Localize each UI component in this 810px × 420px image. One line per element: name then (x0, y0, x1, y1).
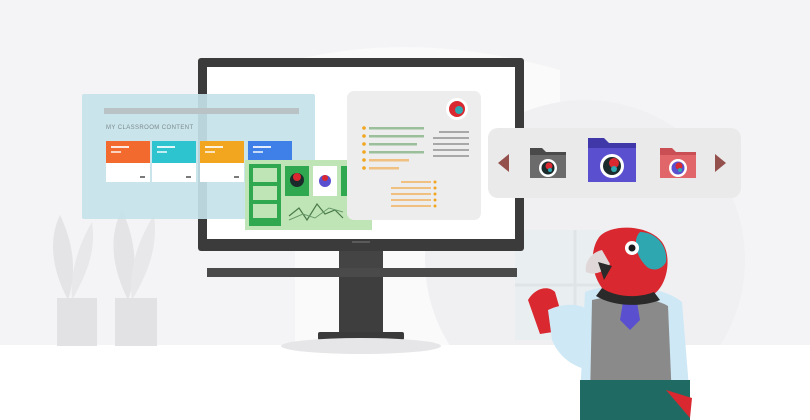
card-text-placeholder (253, 146, 271, 148)
panel-header-bar (104, 108, 299, 114)
document-graphic (362, 98, 469, 208)
card-text-placeholder (253, 151, 263, 153)
folder-icon[interactable] (586, 134, 640, 186)
content-card[interactable] (106, 141, 150, 182)
card-text-placeholder (157, 151, 167, 153)
content-card[interactable] (200, 141, 244, 182)
content-card[interactable] (152, 141, 196, 182)
card-text-placeholder (205, 151, 215, 153)
monitor-shelf (207, 268, 517, 277)
panel-title: MY CLASSROOM CONTENT (106, 125, 194, 131)
card-footer-mark (140, 176, 145, 178)
chevron-left-icon[interactable] (498, 154, 509, 172)
monitor-stand (339, 277, 383, 332)
folder-icon[interactable] (528, 142, 570, 182)
monitor-shadow (281, 338, 441, 354)
folder-icon[interactable] (658, 142, 700, 182)
card-color-header (106, 141, 150, 163)
card-color-header (200, 141, 244, 163)
card-text-placeholder (111, 146, 129, 148)
card-footer-mark (234, 176, 239, 178)
card-color-header (152, 141, 196, 163)
document-card[interactable] (347, 91, 481, 220)
card-text-placeholder (205, 146, 223, 148)
illustration-scene: MY CLASSROOM CONTENT (0, 0, 810, 420)
chevron-right-icon[interactable] (715, 154, 726, 172)
folder-carousel[interactable] (488, 128, 741, 198)
card-text-placeholder (157, 146, 175, 148)
card-text-placeholder (111, 151, 121, 153)
card-footer-mark (186, 176, 191, 178)
